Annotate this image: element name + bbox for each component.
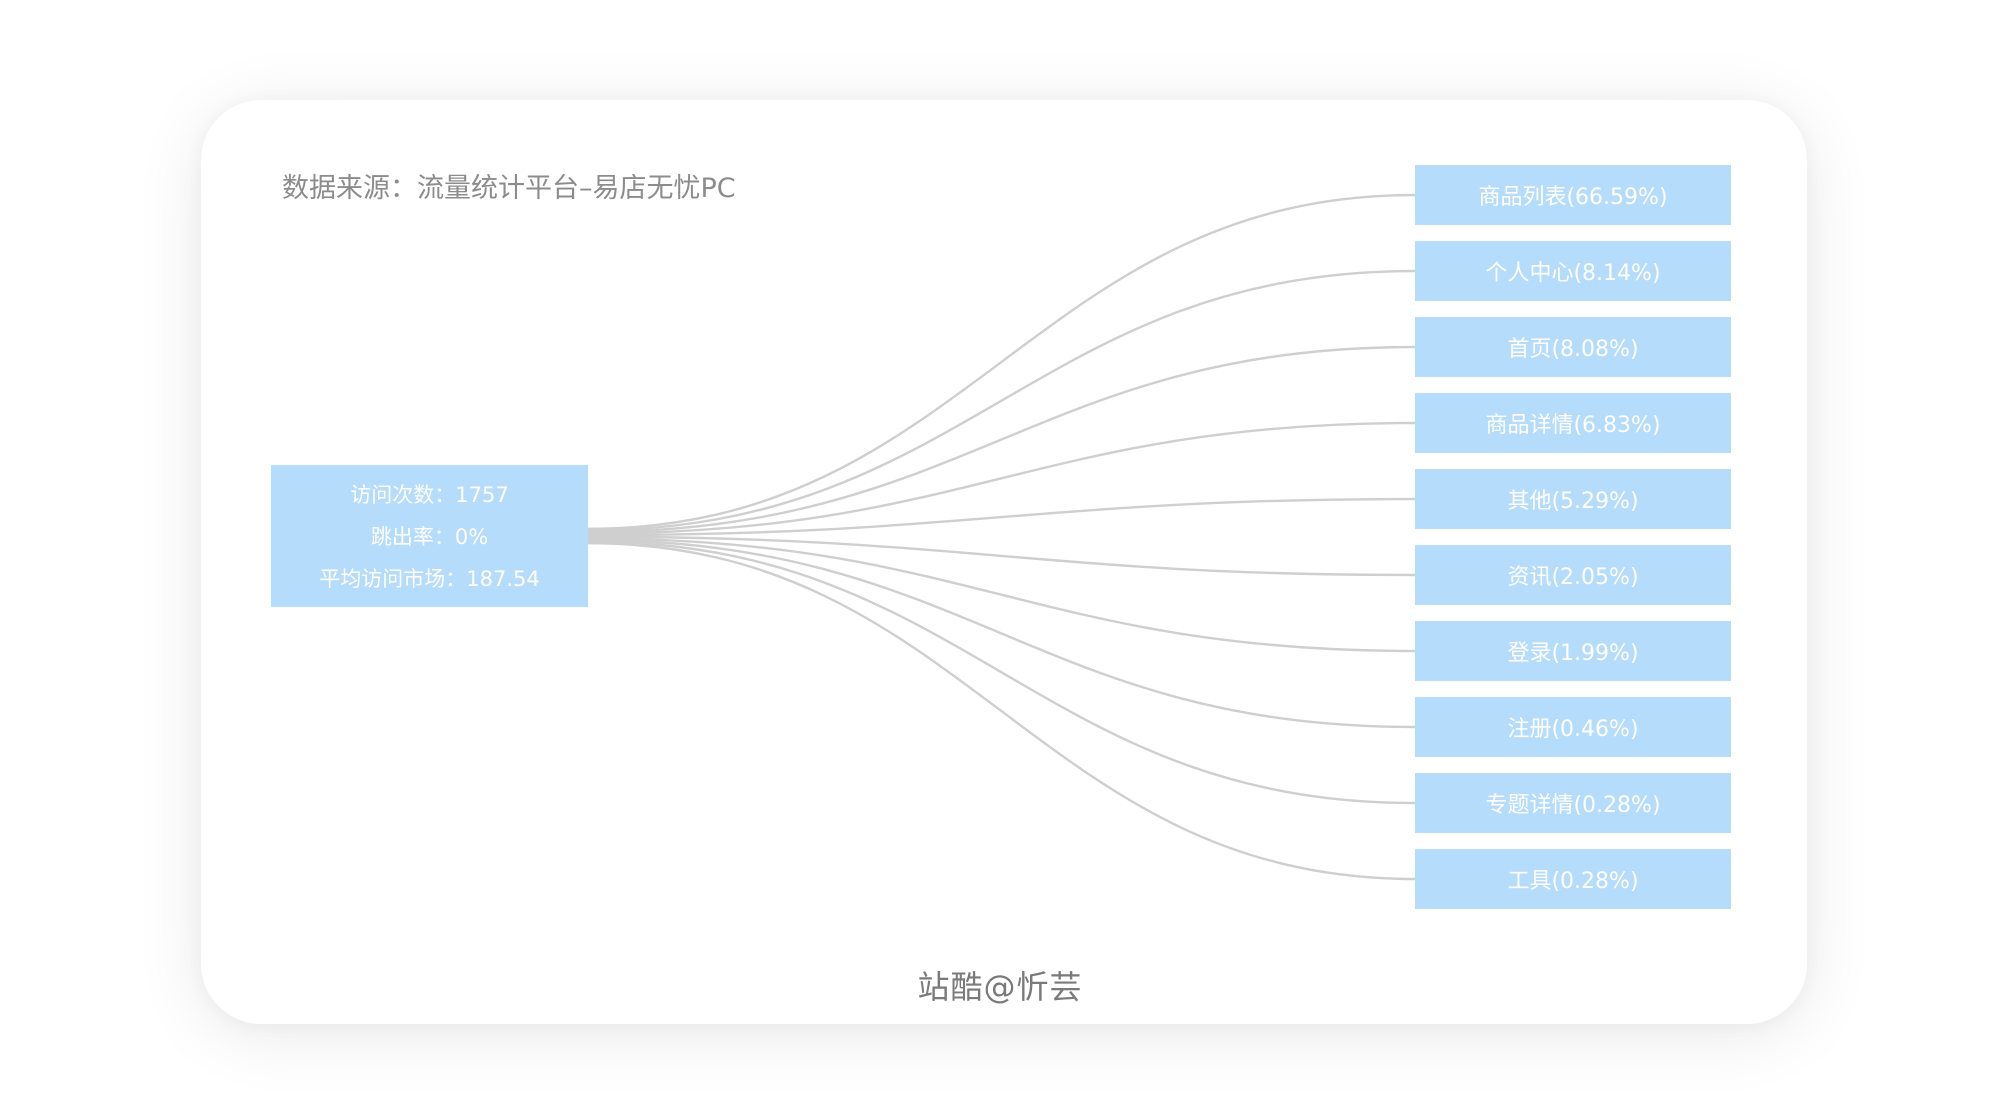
target-node-register[interactable]: 注册(0.46%): [1415, 697, 1731, 757]
target-node-news[interactable]: 资讯(2.05%): [1415, 545, 1731, 605]
flow-link: [587, 538, 1416, 729]
source-node[interactable]: 访问次数：1757 跳出率：0% 平均访问市场：187.54: [271, 465, 588, 607]
target-node-personal-center[interactable]: 个人中心(8.14%): [1415, 241, 1731, 301]
target-node-product-detail[interactable]: 商品详情(6.83%): [1415, 393, 1731, 453]
target-node-login[interactable]: 登录(1.99%): [1415, 621, 1731, 681]
target-node-other[interactable]: 其他(5.29%): [1415, 469, 1731, 529]
target-node-product-list[interactable]: 商品列表(66.59%): [1415, 165, 1731, 225]
visits-text: 访问次数：1757: [350, 483, 509, 507]
target-node-home[interactable]: 首页(8.08%): [1415, 317, 1731, 377]
target-node-tools[interactable]: 工具(0.28%): [1415, 849, 1731, 909]
watermark: 站酷@忻芸: [917, 968, 1083, 1006]
bounce-rate-text: 跳出率：0%: [370, 525, 489, 549]
flow-link: [587, 345, 1416, 534]
flow-link: [587, 269, 1416, 532]
page: 数据来源：流量统计平台–易店无忧PC 访问次数：1757 跳出率：0% 平均访问…: [0, 0, 2000, 1118]
flow-link: [587, 540, 1416, 805]
target-node-topic-detail[interactable]: 专题详情(0.28%): [1415, 773, 1731, 833]
avg-duration-text: 平均访问市场：187.54: [319, 567, 540, 591]
